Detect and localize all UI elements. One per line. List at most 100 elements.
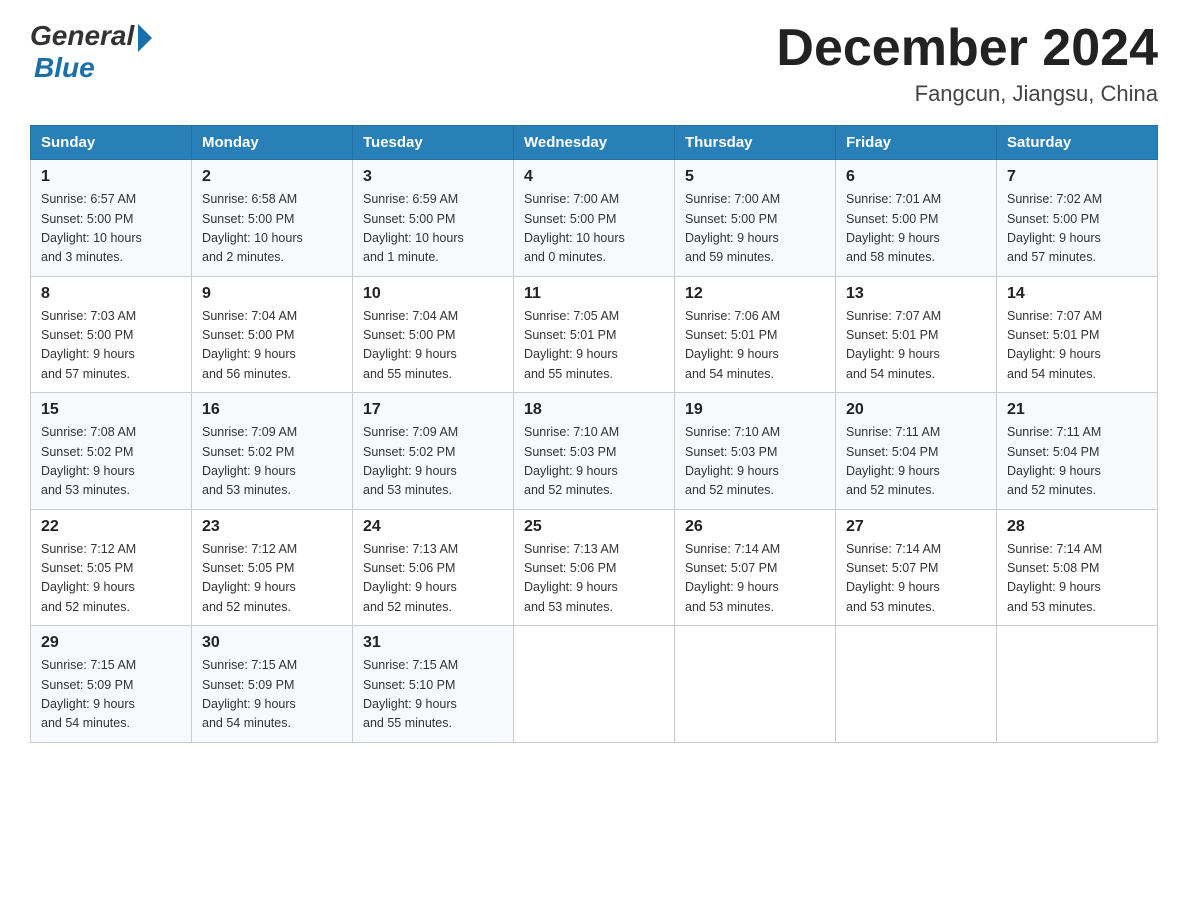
day-number: 19 [685, 401, 825, 419]
day-number: 27 [846, 518, 986, 536]
day-number: 3 [363, 168, 503, 186]
calendar-cell: 15 Sunrise: 7:08 AMSunset: 5:02 PMDayligh… [31, 393, 192, 510]
day-info: Sunrise: 6:57 AMSunset: 5:00 PMDaylight:… [41, 190, 181, 268]
calendar-cell: 28Sunrise: 7:14 AMSunset: 5:08 PMDayligh… [997, 509, 1158, 626]
day-number: 10 [363, 285, 503, 303]
calendar-cell: 8 Sunrise: 7:03 AMSunset: 5:00 PMDaylight… [31, 276, 192, 393]
day-info: Sunrise: 7:04 AMSunset: 5:00 PMDaylight:… [363, 307, 503, 385]
calendar-cell: 30Sunrise: 7:15 AMSunset: 5:09 PMDayligh… [192, 626, 353, 743]
day-info: Sunrise: 7:00 AMSunset: 5:00 PMDaylight:… [524, 190, 664, 268]
calendar-cell [675, 626, 836, 743]
calendar-cell: 23Sunrise: 7:12 AMSunset: 5:05 PMDayligh… [192, 509, 353, 626]
day-number: 2 [202, 168, 342, 186]
day-info: Sunrise: 7:12 AMSunset: 5:05 PMDaylight:… [41, 540, 181, 618]
day-info: Sunrise: 7:02 AMSunset: 5:00 PMDaylight:… [1007, 190, 1147, 268]
calendar-cell: 16 Sunrise: 7:09 AMSunset: 5:02 PMDayligh… [192, 393, 353, 510]
calendar-subtitle: Fangcun, Jiangsu, China [776, 81, 1158, 107]
day-info: Sunrise: 7:13 AMSunset: 5:06 PMDaylight:… [363, 540, 503, 618]
day-number: 13 [846, 285, 986, 303]
calendar-cell [997, 626, 1158, 743]
calendar-cell: 17 Sunrise: 7:09 AMSunset: 5:02 PMDayligh… [353, 393, 514, 510]
day-number: 23 [202, 518, 342, 536]
calendar-cell: 9 Sunrise: 7:04 AMSunset: 5:00 PMDaylight… [192, 276, 353, 393]
day-info: Sunrise: 7:06 AMSunset: 5:01 PMDaylight:… [685, 307, 825, 385]
calendar-cell: 7 Sunrise: 7:02 AMSunset: 5:00 PMDaylight… [997, 160, 1158, 277]
calendar-cell: 31 Sunrise: 7:15 AMSunset: 5:10 PMDayligh… [353, 626, 514, 743]
day-info: Sunrise: 7:14 AMSunset: 5:07 PMDaylight:… [846, 540, 986, 618]
day-number: 1 [41, 168, 181, 186]
title-block: December 2024 Fangcun, Jiangsu, China [776, 20, 1158, 107]
day-number: 7 [1007, 168, 1147, 186]
day-number: 24 [363, 518, 503, 536]
calendar-cell: 19Sunrise: 7:10 AMSunset: 5:03 PMDayligh… [675, 393, 836, 510]
day-number: 29 [41, 634, 181, 652]
day-info: Sunrise: 7:01 AMSunset: 5:00 PMDaylight:… [846, 190, 986, 268]
day-number: 8 [41, 285, 181, 303]
day-number: 26 [685, 518, 825, 536]
calendar-cell: 5 Sunrise: 7:00 AMSunset: 5:00 PMDaylight… [675, 160, 836, 277]
header-thursday: Thursday [675, 126, 836, 160]
day-info: Sunrise: 7:10 AMSunset: 5:03 PMDaylight:… [524, 423, 664, 501]
day-info: Sunrise: 7:07 AMSunset: 5:01 PMDaylight:… [1007, 307, 1147, 385]
calendar-week-row: 1 Sunrise: 6:57 AMSunset: 5:00 PMDaylight… [31, 160, 1158, 277]
day-info: Sunrise: 7:09 AMSunset: 5:02 PMDaylight:… [363, 423, 503, 501]
calendar-table: SundayMondayTuesdayWednesdayThursdayFrid… [30, 125, 1158, 743]
calendar-cell: 26 Sunrise: 7:14 AMSunset: 5:07 PMDayligh… [675, 509, 836, 626]
day-number: 22 [41, 518, 181, 536]
header-monday: Monday [192, 126, 353, 160]
calendar-cell: 3Sunrise: 6:59 AMSunset: 5:00 PMDaylight… [353, 160, 514, 277]
logo-arrow-icon [138, 24, 152, 52]
day-number: 21 [1007, 401, 1147, 419]
header-sunday: Sunday [31, 126, 192, 160]
calendar-week-row: 15 Sunrise: 7:08 AMSunset: 5:02 PMDayligh… [31, 393, 1158, 510]
day-number: 18 [524, 401, 664, 419]
day-number: 6 [846, 168, 986, 186]
day-number: 11 [524, 285, 664, 303]
day-number: 31 [363, 634, 503, 652]
page-header: General Blue December 2024 Fangcun, Jian… [30, 20, 1158, 107]
logo-blue-text: Blue [34, 52, 95, 83]
day-number: 20 [846, 401, 986, 419]
day-number: 30 [202, 634, 342, 652]
calendar-header-row: SundayMondayTuesdayWednesdayThursdayFrid… [31, 126, 1158, 160]
header-saturday: Saturday [997, 126, 1158, 160]
header-friday: Friday [836, 126, 997, 160]
day-info: Sunrise: 7:07 AMSunset: 5:01 PMDaylight:… [846, 307, 986, 385]
day-info: Sunrise: 7:08 AMSunset: 5:02 PMDaylight:… [41, 423, 181, 501]
calendar-week-row: 29 Sunrise: 7:15 AMSunset: 5:09 PMDayligh… [31, 626, 1158, 743]
day-info: Sunrise: 7:15 AMSunset: 5:09 PMDaylight:… [41, 656, 181, 734]
day-info: Sunrise: 7:13 AMSunset: 5:06 PMDaylight:… [524, 540, 664, 618]
calendar-cell: 29 Sunrise: 7:15 AMSunset: 5:09 PMDayligh… [31, 626, 192, 743]
day-info: Sunrise: 7:03 AMSunset: 5:00 PMDaylight:… [41, 307, 181, 385]
calendar-cell: 24 Sunrise: 7:13 AMSunset: 5:06 PMDayligh… [353, 509, 514, 626]
calendar-week-row: 22 Sunrise: 7:12 AMSunset: 5:05 PMDayligh… [31, 509, 1158, 626]
calendar-cell: 10 Sunrise: 7:04 AMSunset: 5:00 PMDayligh… [353, 276, 514, 393]
calendar-cell: 13 Sunrise: 7:07 AMSunset: 5:01 PMDayligh… [836, 276, 997, 393]
calendar-cell: 1 Sunrise: 6:57 AMSunset: 5:00 PMDaylight… [31, 160, 192, 277]
day-info: Sunrise: 7:09 AMSunset: 5:02 PMDaylight:… [202, 423, 342, 501]
logo-general-text: General [30, 20, 134, 52]
day-number: 4 [524, 168, 664, 186]
calendar-cell: 6 Sunrise: 7:01 AMSunset: 5:00 PMDaylight… [836, 160, 997, 277]
day-info: Sunrise: 7:15 AMSunset: 5:10 PMDaylight:… [363, 656, 503, 734]
day-number: 5 [685, 168, 825, 186]
day-info: Sunrise: 7:04 AMSunset: 5:00 PMDaylight:… [202, 307, 342, 385]
day-number: 17 [363, 401, 503, 419]
day-number: 25 [524, 518, 664, 536]
day-number: 16 [202, 401, 342, 419]
calendar-week-row: 8 Sunrise: 7:03 AMSunset: 5:00 PMDaylight… [31, 276, 1158, 393]
calendar-cell: 20Sunrise: 7:11 AMSunset: 5:04 PMDayligh… [836, 393, 997, 510]
calendar-cell: 11 Sunrise: 7:05 AMSunset: 5:01 PMDayligh… [514, 276, 675, 393]
calendar-cell: 12 Sunrise: 7:06 AMSunset: 5:01 PMDayligh… [675, 276, 836, 393]
calendar-cell: 14Sunrise: 7:07 AMSunset: 5:01 PMDayligh… [997, 276, 1158, 393]
calendar-title: December 2024 [776, 20, 1158, 77]
day-info: Sunrise: 7:00 AMSunset: 5:00 PMDaylight:… [685, 190, 825, 268]
header-wednesday: Wednesday [514, 126, 675, 160]
calendar-cell [836, 626, 997, 743]
day-number: 15 [41, 401, 181, 419]
day-info: Sunrise: 7:14 AMSunset: 5:07 PMDaylight:… [685, 540, 825, 618]
calendar-cell: 4 Sunrise: 7:00 AMSunset: 5:00 PMDaylight… [514, 160, 675, 277]
day-number: 9 [202, 285, 342, 303]
day-number: 12 [685, 285, 825, 303]
day-info: Sunrise: 7:05 AMSunset: 5:01 PMDaylight:… [524, 307, 664, 385]
